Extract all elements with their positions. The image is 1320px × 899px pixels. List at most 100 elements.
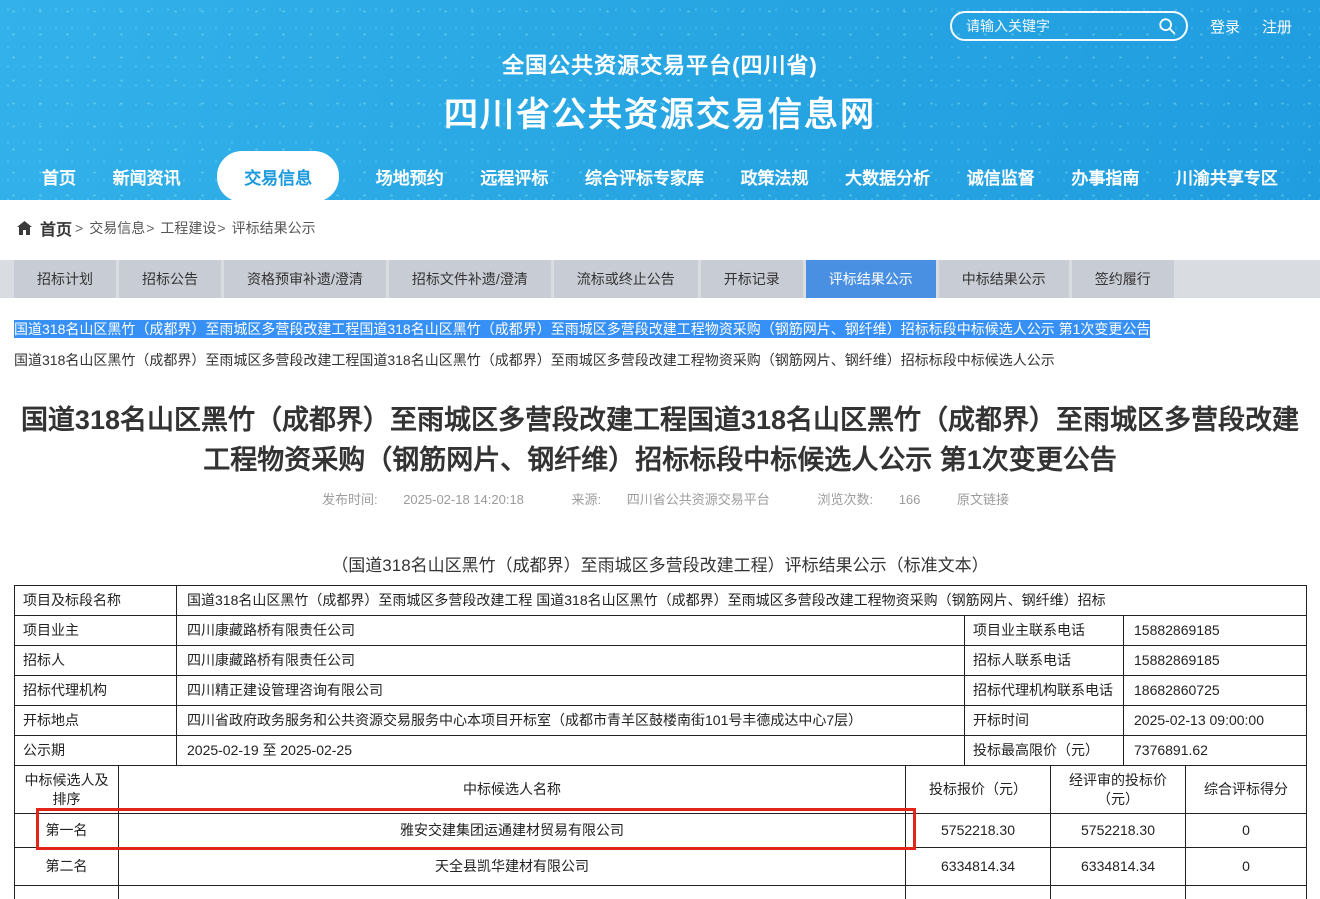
platform-title: 全国公共资源交易平台(四川省): [0, 48, 1320, 80]
tab-bid-announcement[interactable]: 招标公告: [119, 260, 221, 298]
table-row-agency: 招标代理机构 四川精正建设管理咨询有限公司 招标代理机构联系电话 1868286…: [15, 676, 1307, 706]
table-row-project-owner: 项目业主 四川康藏路桥有限责任公司 项目业主联系电话 15882869185: [15, 616, 1307, 646]
col-header-reviewed-price: 经评审的投标价（元）: [1051, 766, 1186, 814]
cell-value: 四川精正建设管理咨询有限公司: [177, 676, 965, 706]
topbar: 登录 注册: [0, 0, 1320, 42]
tab-bid-document-supplement[interactable]: 招标文件补遗/澄清: [389, 260, 551, 298]
table-row-publicity-period: 公示期 2025-02-19 至 2025-02-25 投标最高限价（元） 73…: [15, 736, 1307, 766]
nav-item-trade-info[interactable]: 交易信息: [217, 151, 339, 202]
tab-bid-plan[interactable]: 招标计划: [14, 260, 116, 298]
breadcrumb-home[interactable]: 首页: [40, 216, 72, 240]
tab-bid-opening-record[interactable]: 开标记录: [701, 260, 803, 298]
site-title: 四川省公共资源交易信息网: [0, 87, 1320, 136]
source: 来源: 四川省公共资源交易平台: [561, 492, 781, 507]
cell-score: [1186, 886, 1307, 899]
site-header: 登录 注册 全国公共资源交易平台(四川省) 四川省公共资源交易信息网 首页 新闻…: [0, 0, 1320, 200]
cell-candidate-name: 雅安交建集团运通建材贸易有限公司: [119, 814, 906, 848]
cell-bid-price: [906, 886, 1051, 899]
announcement-list: 国道318名山区黑竹（成都界）至雨城区多营段改建工程国道318名山区黑竹（成都界…: [14, 319, 1306, 370]
candidate-row-first: 第一名 雅安交建集团运通建材贸易有限公司 5752218.30 5752218.…: [15, 814, 1307, 848]
cell-label: 招标代理机构联系电话: [965, 676, 1124, 706]
cell-label: 招标人联系电话: [965, 646, 1124, 676]
tab-evaluation-result[interactable]: 评标结果公示: [806, 260, 936, 298]
cell-value: 四川康藏路桥有限责任公司: [177, 616, 965, 646]
cell-label: 开标时间: [965, 706, 1124, 736]
col-header-rank: 中标候选人及排序: [15, 766, 119, 814]
nav-item-remote-evaluation[interactable]: 远程评标: [480, 164, 548, 189]
table-caption: （国道318名山区黑竹（成都界）至雨城区多营段改建工程）评标结果公示（标准文本）: [0, 551, 1320, 576]
view-count: 浏览次数: 166: [806, 492, 931, 507]
nav-item-big-data[interactable]: 大数据分析: [845, 164, 930, 189]
cell-reviewed-price: 6334814.34: [1051, 848, 1186, 886]
col-header-bid-price: 投标报价（元）: [906, 766, 1051, 814]
tab-winning-result[interactable]: 中标结果公示: [939, 260, 1069, 298]
nav-item-integrity[interactable]: 诚信监督: [967, 164, 1035, 189]
breadcrumb-separator: >: [217, 220, 225, 236]
breadcrumb-separator: >: [146, 220, 154, 236]
login-link[interactable]: 登录: [1210, 16, 1240, 37]
table-row-opening-place: 开标地点 四川省政府政务服务和公共资源交易服务中心本项目开标室（成都市青羊区鼓楼…: [15, 706, 1307, 736]
cell-value: 2025-02-13 09:00:00: [1124, 706, 1307, 736]
candidate-row-third: 第三名: [15, 886, 1307, 899]
col-header-score: 综合评标得分: [1186, 766, 1307, 814]
nav-item-policies[interactable]: 政策法规: [741, 164, 809, 189]
nav-item-home[interactable]: 首页: [42, 164, 76, 189]
table-row-tenderer: 招标人 四川康藏路桥有限责任公司 招标人联系电话 15882869185: [15, 646, 1307, 676]
cell-score: 0: [1186, 848, 1307, 886]
cell-value: 15882869185: [1124, 646, 1307, 676]
nav-item-service-guide[interactable]: 办事指南: [1071, 164, 1139, 189]
original-link[interactable]: 原文链接: [957, 492, 1009, 507]
cell-bid-price: 6334814.34: [906, 848, 1051, 886]
tab-contract-performance[interactable]: 签约履行: [1072, 260, 1174, 298]
tab-failed-or-terminated[interactable]: 流标或终止公告: [554, 260, 698, 298]
cell-value: 2025-02-19 至 2025-02-25: [177, 736, 965, 766]
result-table: 项目及标段名称 国道318名山区黑竹（成都界）至雨城区多营段改建工程 国道318…: [14, 585, 1307, 899]
tab-prequalification-supplement[interactable]: 资格预审补遗/澄清: [224, 260, 386, 298]
search-input[interactable]: [966, 18, 1158, 34]
cell-label: 招标人: [15, 646, 177, 676]
nav-item-chuanyu-zone[interactable]: 川渝共享专区: [1176, 164, 1278, 189]
result-table-wrap: 项目及标段名称 国道318名山区黑竹（成都界）至雨城区多营段改建工程 国道318…: [14, 585, 1306, 899]
candidate-header-row: 中标候选人及排序 中标候选人名称 投标报价（元） 经评审的投标价（元） 综合评标…: [15, 766, 1307, 814]
breadcrumb-separator: >: [75, 220, 83, 236]
cell-rank: 第一名: [15, 814, 119, 848]
cell-label: 公示期: [15, 736, 177, 766]
cell-label: 项目及标段名称: [15, 586, 177, 616]
search-box[interactable]: [950, 11, 1188, 41]
nav-item-news[interactable]: 新闻资讯: [113, 164, 181, 189]
nav-item-expert-database[interactable]: 综合评标专家库: [585, 164, 704, 189]
cell-bid-price: 5752218.30: [906, 814, 1051, 848]
breadcrumb: 首页 > 交易信息 > 工程建设 > 评标结果公示: [0, 200, 1320, 255]
home-icon: [16, 220, 33, 236]
cell-score: 0: [1186, 814, 1307, 848]
cell-value: 15882869185: [1124, 616, 1307, 646]
table-row-project-name: 项目及标段名称 国道318名山区黑竹（成都界）至雨城区多营段改建工程 国道318…: [15, 586, 1307, 616]
publish-time: 发布时间: 2025-02-18 14:20:18: [311, 492, 535, 507]
nav-item-venue-booking[interactable]: 场地预约: [376, 164, 444, 189]
cell-candidate-name: 天全县凯华建材有限公司: [119, 848, 906, 886]
cell-value: 18682860725: [1124, 676, 1307, 706]
breadcrumb-engineering[interactable]: 工程建设: [160, 218, 216, 238]
announcement-item-selected-wrap: 国道318名山区黑竹（成都界）至雨城区多营段改建工程国道318名山区黑竹（成都界…: [14, 319, 1306, 339]
cell-rank: 第三名: [15, 886, 119, 899]
cell-label: 招标代理机构: [15, 676, 177, 706]
announcement-item[interactable]: 国道318名山区黑竹（成都界）至雨城区多营段改建工程国道318名山区黑竹（成都界…: [14, 350, 1306, 370]
breadcrumb-trade-info[interactable]: 交易信息: [89, 218, 145, 238]
page-title: 国道318名山区黑竹（成都界）至雨城区多营段改建工程国道318名山区黑竹（成都界…: [10, 400, 1310, 480]
cell-value: 四川康藏路桥有限责任公司: [177, 646, 965, 676]
main-nav: 首页 新闻资讯 交易信息 场地预约 远程评标 综合评标专家库 政策法规 大数据分…: [0, 150, 1320, 202]
cell-value: 7376891.62: [1124, 736, 1307, 766]
candidate-row-second: 第二名 天全县凯华建材有限公司 6334814.34 6334814.34 0: [15, 848, 1307, 886]
cell-label: 项目业主联系电话: [965, 616, 1124, 646]
cell-reviewed-price: [1051, 886, 1186, 899]
cell-label: 项目业主: [15, 616, 177, 646]
search-icon[interactable]: [1158, 17, 1176, 35]
cell-label: 开标地点: [15, 706, 177, 736]
announcement-item-selected[interactable]: 国道318名山区黑竹（成都界）至雨城区多营段改建工程国道318名山区黑竹（成都界…: [14, 320, 1150, 338]
breadcrumb-evaluation-result: 评标结果公示: [232, 218, 316, 238]
cell-candidate-name: [119, 886, 906, 899]
article-meta: 发布时间: 2025-02-18 14:20:18 来源: 四川省公共资源交易平…: [0, 489, 1320, 508]
tab-strip: 招标计划 招标公告 资格预审补遗/澄清 招标文件补遗/澄清 流标或终止公告 开标…: [0, 260, 1320, 298]
register-link[interactable]: 注册: [1262, 16, 1292, 37]
col-header-candidate-name: 中标候选人名称: [119, 766, 906, 814]
